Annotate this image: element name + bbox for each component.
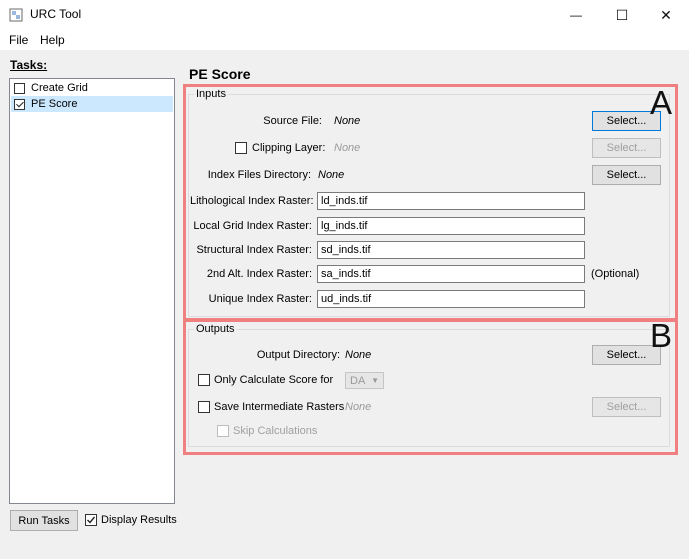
annotation-label-a: A [650, 84, 673, 121]
task-label: Create Grid [31, 82, 88, 94]
tasks-heading: Tasks: [10, 58, 48, 72]
maximize-button[interactable]: ☐ [599, 0, 645, 30]
annotation-label-b: B [650, 317, 673, 354]
minimize-button[interactable]: — [553, 0, 599, 30]
window-title: URC Tool [30, 7, 82, 21]
tasks-list[interactable]: Create Grid PE Score [9, 78, 175, 504]
annotation-box-a [183, 84, 678, 322]
close-icon: ✕ [660, 6, 672, 23]
menu-help[interactable]: Help [40, 33, 65, 47]
annotation-box-b [183, 318, 678, 455]
task-item-pe-score[interactable]: PE Score [11, 96, 173, 112]
task-label: PE Score [31, 98, 78, 110]
close-button[interactable]: ✕ [643, 0, 689, 30]
menu-bar [0, 30, 689, 50]
minimize-icon: — [570, 8, 582, 22]
maximize-icon: ☐ [615, 6, 629, 23]
display-results-checkbox[interactable] [85, 514, 97, 526]
task-item-create-grid[interactable]: Create Grid [11, 80, 173, 96]
display-results-label: Display Results [101, 514, 177, 526]
menu-file[interactable]: File [9, 33, 28, 47]
page-title: PE Score [189, 66, 251, 82]
task-checkbox-create-grid[interactable] [14, 82, 25, 94]
app-icon [9, 8, 23, 22]
run-tasks-button[interactable]: Run Tasks [10, 510, 78, 531]
check-icon [87, 516, 96, 524]
task-checkbox-pe-score[interactable] [14, 98, 25, 110]
